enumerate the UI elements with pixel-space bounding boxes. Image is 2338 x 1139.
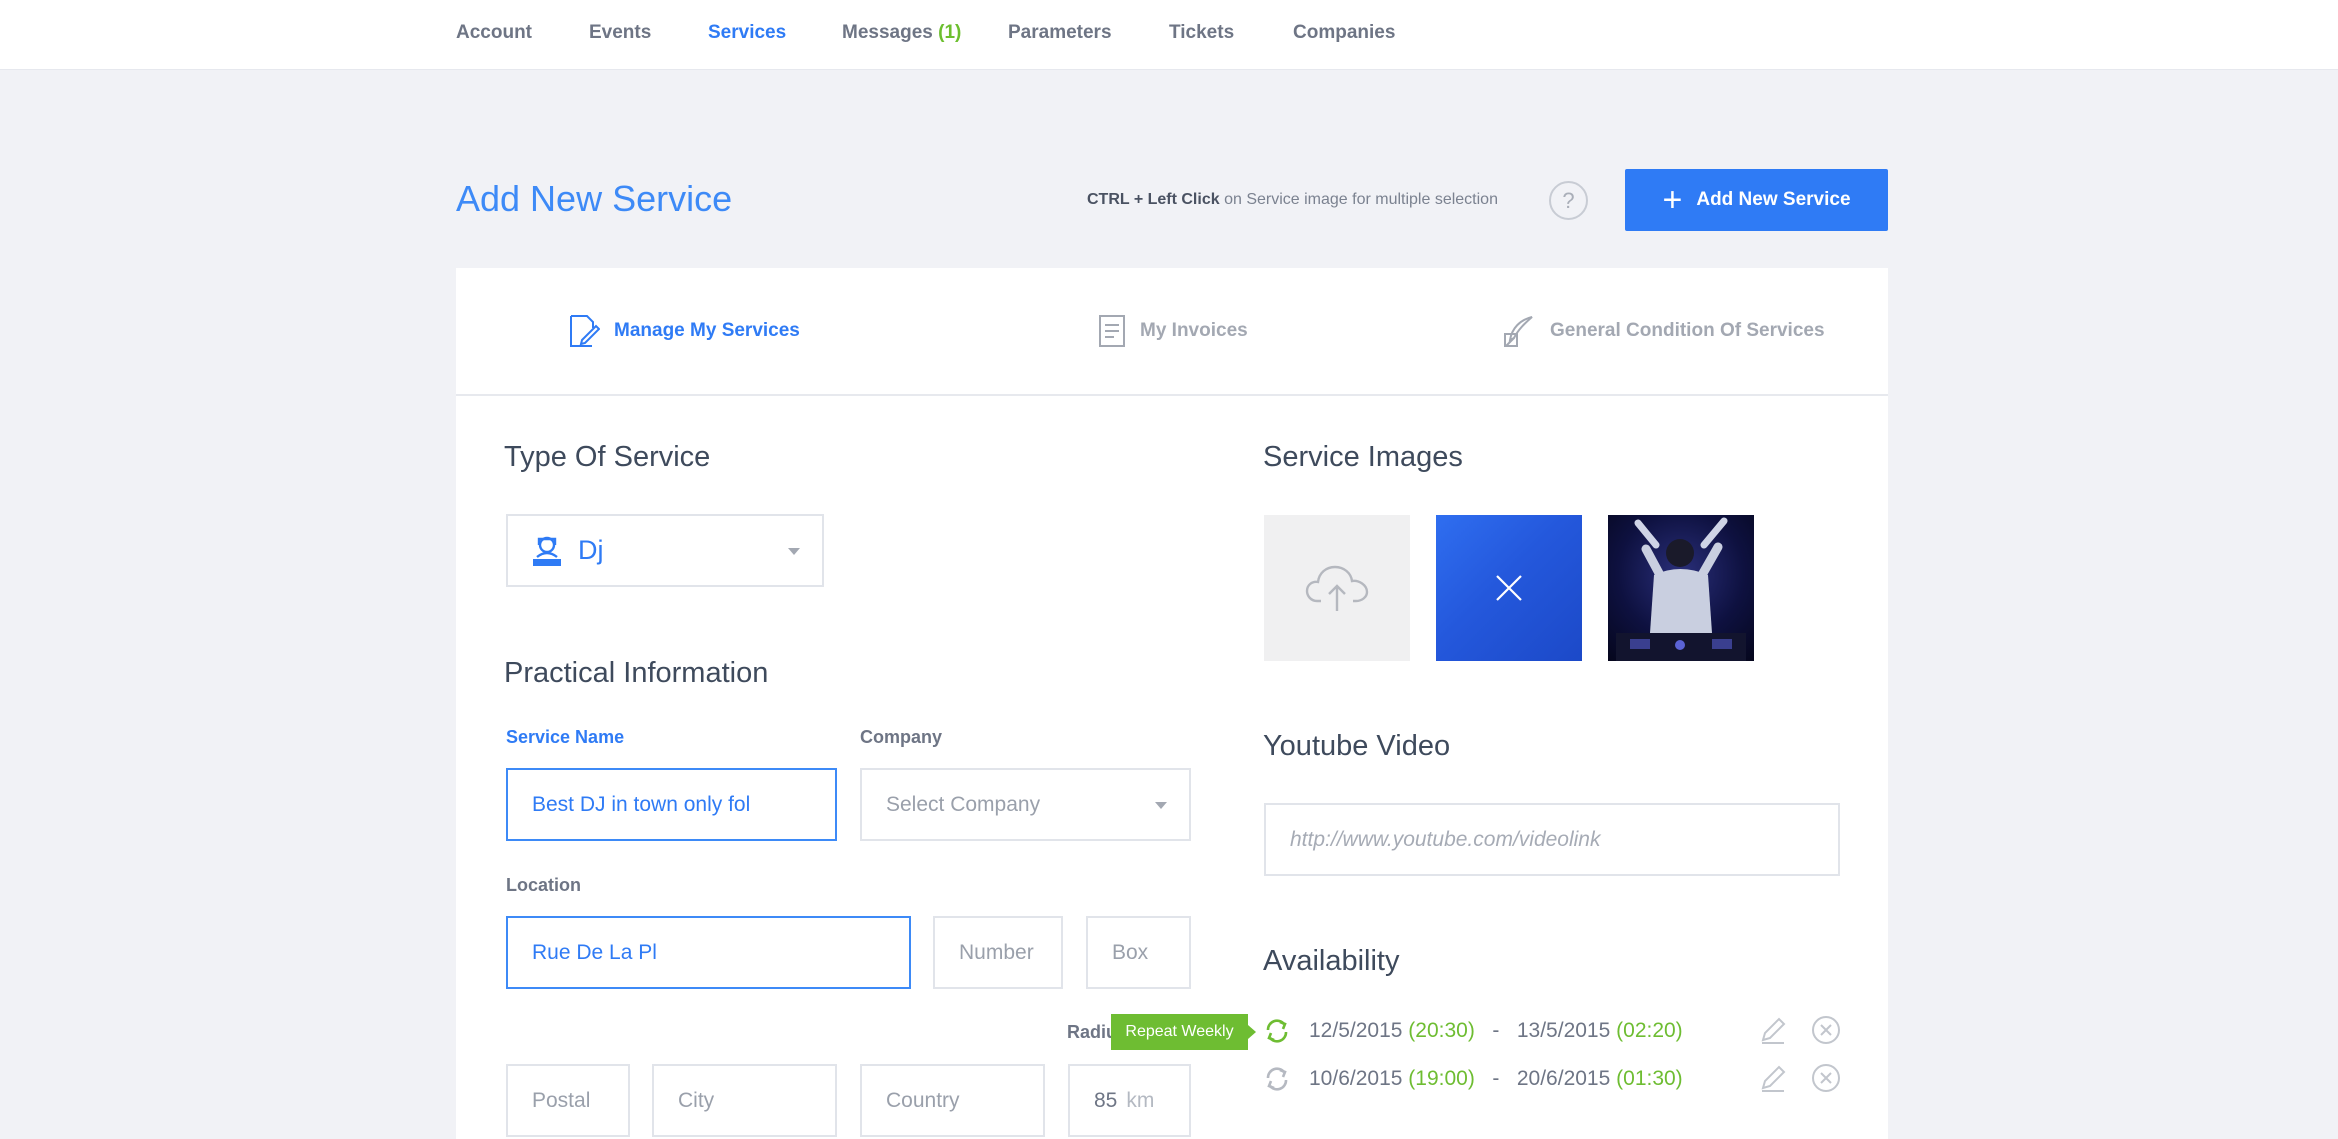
start-date: 12/5/2015 [1309, 1019, 1403, 1042]
add-new-service-button[interactable]: + Add New Service [1625, 169, 1888, 231]
page-title: Add New Service [456, 178, 733, 219]
nav-item-parameters[interactable]: Parameters [1008, 22, 1112, 44]
nav-item-services[interactable]: Services [708, 22, 786, 44]
chevron-down-icon [1155, 802, 1167, 809]
end-time: (01:30) [1616, 1067, 1683, 1090]
nav-item-companies[interactable]: Companies [1293, 22, 1395, 44]
youtube-url-input[interactable]: http://www.youtube.com/videolink [1264, 803, 1840, 876]
service-form-card: Manage My Services My Invoices General C… [456, 268, 1888, 1139]
practical-information-heading: Practical Information [504, 657, 769, 689]
cloud-upload-icon [1305, 565, 1369, 611]
quill-icon [1504, 316, 1533, 347]
tab-general-conditions[interactable]: General Condition Of Services [1502, 314, 1825, 348]
top-navigation: Account Events Services Messages (1) Par… [0, 0, 2338, 70]
nav-item-events[interactable]: Events [589, 22, 651, 44]
tab-my-invoices[interactable]: My Invoices [1098, 314, 1248, 348]
delete-circle-icon[interactable] [1811, 1063, 1841, 1093]
company-select-placeholder: Select Company [886, 792, 1041, 816]
company-label: Company [860, 727, 943, 747]
help-icon[interactable]: ? [1549, 181, 1588, 220]
service-images-heading: Service Images [1263, 441, 1463, 473]
service-image-dj-photo[interactable] [1608, 515, 1754, 661]
hint-text: on Service image for multiple selection [1219, 191, 1498, 208]
availability-range: 10/6/2015 (19:00) - 20/6/2015 (01:30) [1309, 1067, 1683, 1091]
start-date: 10/6/2015 [1309, 1067, 1403, 1090]
multi-select-hint: CTRL + Left Click on Service image for m… [1087, 191, 1498, 209]
service-name-input[interactable]: Best DJ in town only fol [506, 768, 837, 841]
postal-input[interactable]: Postal [506, 1064, 630, 1137]
radius-input[interactable]: 85 km [1068, 1064, 1191, 1137]
end-time: (02:20) [1616, 1019, 1683, 1042]
box-input[interactable]: Box [1086, 916, 1191, 989]
invoice-icon [1099, 315, 1125, 347]
service-image-selected[interactable] [1436, 515, 1582, 661]
company-select[interactable]: Select Company [860, 768, 1191, 841]
availability-row: 12/5/2015 (20:30) - 13/5/2015 (02:20) [1264, 1011, 1844, 1051]
tab-manage-my-services[interactable]: Manage My Services [568, 314, 800, 348]
nav-item-messages[interactable]: Messages (1) [842, 22, 961, 44]
availability-row: 10/6/2015 (19:00) - 20/6/2015 (01:30) [1264, 1059, 1844, 1099]
availability-range: 12/5/2015 (20:30) - 13/5/2015 (02:20) [1309, 1019, 1683, 1043]
messages-count-badge: (1) [938, 22, 962, 43]
edit-document-icon [570, 315, 600, 347]
tab-label: Manage My Services [614, 320, 800, 341]
range-separator: - [1492, 1019, 1500, 1042]
nav-item-account[interactable]: Account [456, 22, 532, 44]
country-input[interactable]: Country [860, 1064, 1045, 1137]
radius-value: 85 [1094, 1088, 1118, 1112]
repeat-weekly-tooltip: Repeat Weekly [1111, 1014, 1256, 1050]
tab-label: My Invoices [1140, 320, 1248, 341]
pencil-icon[interactable] [1758, 1015, 1788, 1045]
pencil-icon[interactable] [1758, 1063, 1788, 1093]
repeat-icon[interactable] [1264, 1018, 1290, 1044]
radius-unit: km [1126, 1088, 1155, 1112]
end-date: 13/5/2015 [1516, 1019, 1611, 1042]
range-separator: - [1492, 1067, 1500, 1090]
close-icon[interactable] [1494, 573, 1524, 603]
nav-item-tickets[interactable]: Tickets [1169, 22, 1234, 44]
hint-shortcut: CTRL + Left Click [1087, 191, 1220, 208]
tab-bar: Manage My Services My Invoices General C… [456, 268, 1888, 396]
number-input[interactable]: Number [933, 916, 1063, 989]
start-time: (19:00) [1408, 1067, 1475, 1090]
service-type-value: Dj [578, 535, 604, 565]
add-new-service-label: Add New Service [1696, 189, 1851, 210]
delete-circle-icon[interactable] [1811, 1015, 1841, 1045]
street-input[interactable]: Rue De La Pl [506, 916, 911, 989]
youtube-video-heading: Youtube Video [1263, 730, 1451, 762]
city-input[interactable]: City [652, 1064, 837, 1137]
image-upload-tile[interactable] [1264, 515, 1410, 661]
chevron-down-icon [788, 548, 800, 555]
location-label: Location [506, 875, 581, 895]
nav-item-messages-label: Messages [842, 22, 933, 43]
dj-photo-image [1616, 517, 1746, 661]
availability-heading: Availability [1263, 945, 1400, 977]
service-type-select[interactable]: Dj [506, 514, 824, 587]
repeat-icon[interactable] [1264, 1066, 1290, 1092]
end-date: 20/6/2015 [1516, 1067, 1611, 1090]
start-time: (20:30) [1408, 1019, 1475, 1042]
dj-icon [533, 536, 561, 566]
service-name-label: Service Name [506, 727, 625, 747]
tab-label: General Condition Of Services [1550, 320, 1825, 341]
type-of-service-heading: Type Of Service [504, 441, 711, 473]
plus-icon: + [1662, 181, 1683, 219]
